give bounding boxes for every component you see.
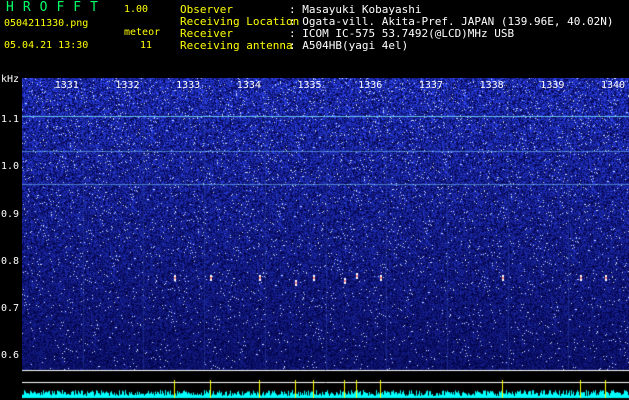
y-tick-label: 1.1 xyxy=(1,114,20,126)
spectrogram-canvas[interactable] xyxy=(22,78,629,400)
x-tick-label: 1333 xyxy=(176,80,201,91)
header-panel: HROFFT 1.00 0504211330.png meteor 05.04.… xyxy=(0,0,629,74)
y-tick-label: 0.6 xyxy=(1,349,20,361)
x-tick-label: 1335 xyxy=(297,80,322,91)
y-tick-label: 0.9 xyxy=(1,208,20,220)
y-tick-label: 0.7 xyxy=(1,302,20,314)
file-datetime: 05.04.21 13:30 xyxy=(4,40,89,51)
file-name: 0504211330.png xyxy=(4,18,89,29)
y-tick-label: 1.0 xyxy=(1,161,20,173)
x-tick-label: 1338 xyxy=(479,80,504,91)
app-name: HROFFT xyxy=(6,0,107,15)
x-tick-label: 1339 xyxy=(540,80,565,91)
x-tick-label: 1331 xyxy=(54,80,79,91)
y-axis-unit-label: kHz xyxy=(1,74,20,85)
app-version: 1.00 xyxy=(124,4,149,15)
y-tick-label: 0.8 xyxy=(1,255,20,267)
meteor-count: 11 xyxy=(140,40,153,51)
x-tick-label: 1336 xyxy=(358,80,383,91)
meteor-label: meteor xyxy=(124,27,161,38)
x-tick-label: 1332 xyxy=(115,80,140,91)
info-value-antenna: : A504HB(yagi 4el) xyxy=(289,39,409,52)
x-tick-label: 1334 xyxy=(236,80,261,91)
info-key-antenna: Receiving antenna xyxy=(180,39,293,52)
x-tick-label: 1337 xyxy=(418,80,443,91)
x-tick-label: 1340 xyxy=(601,80,626,91)
